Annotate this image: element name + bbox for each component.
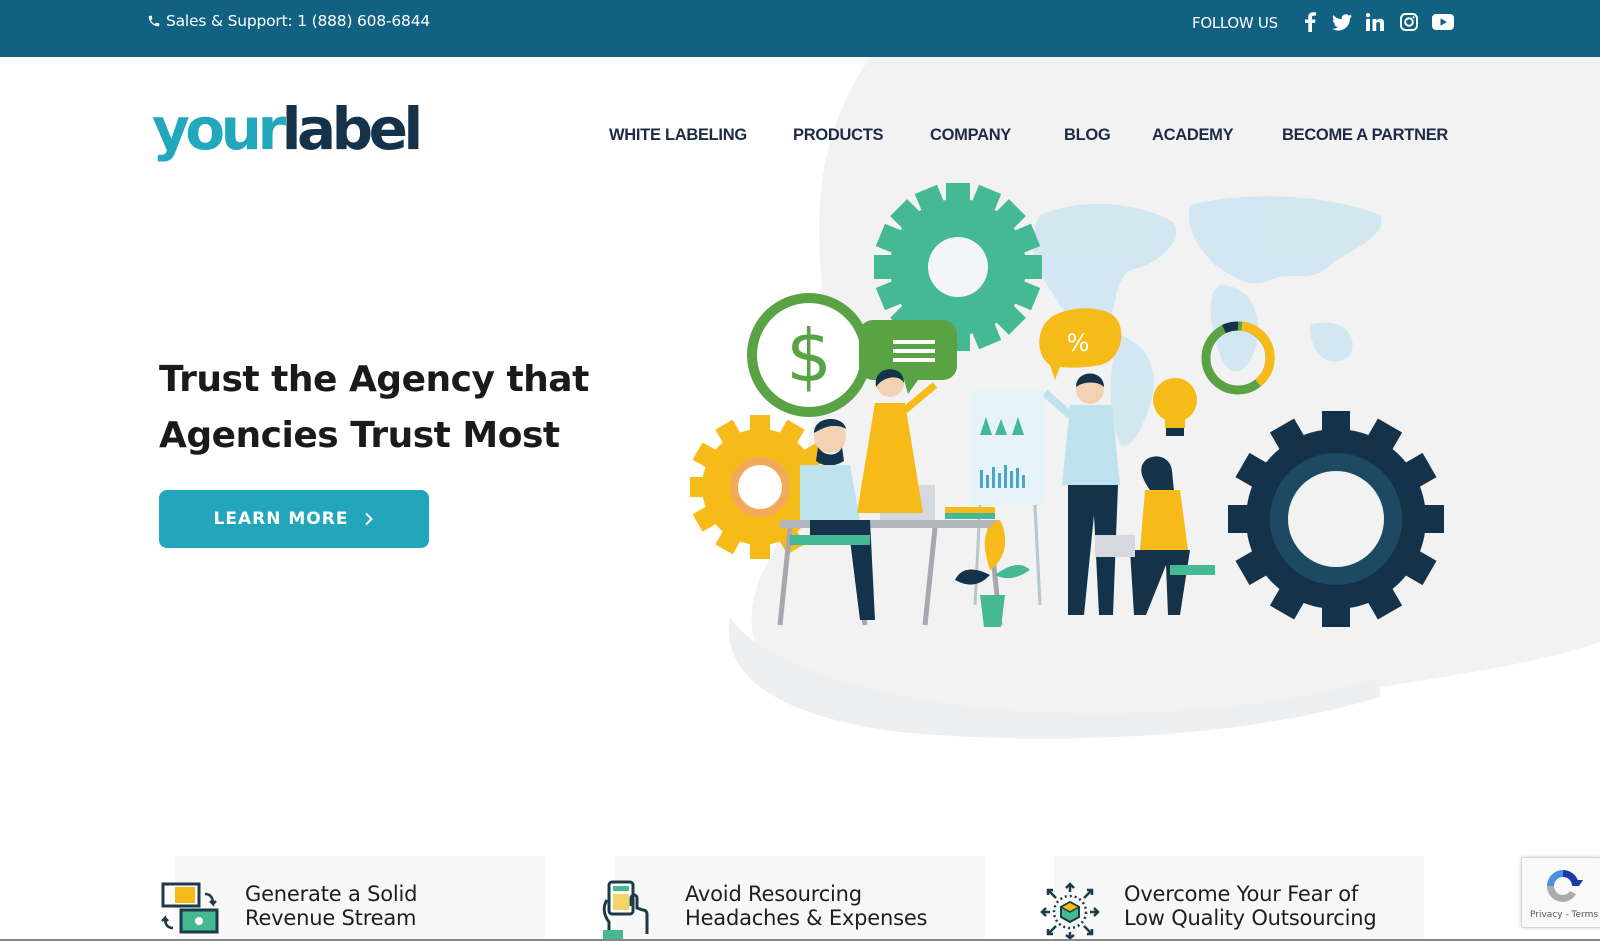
light-bulb-graphic (1153, 378, 1197, 436)
feature-line-1: Generate a Solid (245, 882, 418, 906)
feature-line-2: Revenue Stream (245, 906, 417, 930)
brand-logo[interactable]: yourlabel (152, 100, 423, 158)
svg-text:%: % (1067, 329, 1090, 357)
phone-icon (148, 15, 160, 27)
learn-more-label: LEARN MORE (213, 509, 349, 529)
linkedin-icon (1366, 13, 1384, 31)
recaptcha-privacy-terms-link[interactable]: Privacy - Terms (1530, 910, 1598, 920)
team-collaboration-illustration: $ % (690, 183, 1444, 627)
feature-line-2: Headaches & Expenses (685, 906, 928, 930)
money-exchange-icon (161, 882, 219, 934)
calculator-hand-icon (602, 880, 649, 940)
nav-products[interactable]: PRODUCTS (793, 126, 883, 145)
feature-line-1: Overcome Your Fear of (1124, 882, 1359, 906)
feature-card-outsourcing[interactable]: Overcome Your Fear of Low Quality Outsou… (1040, 856, 1424, 941)
instagram-icon (1400, 13, 1418, 31)
chat-bubble-graphic (859, 320, 957, 394)
top-bar: Sales & Support: 1 (888) 608-6844 FOLLOW… (0, 0, 1600, 57)
sales-support-phone[interactable]: Sales & Support: 1 (888) 608-6844 (147, 12, 430, 30)
recaptcha-icon (1547, 870, 1583, 902)
hero-title-line-1: Trust the Agency that (159, 359, 589, 400)
facebook-icon (1304, 12, 1316, 32)
hero-title-line-2: Agencies Trust Most (159, 415, 560, 456)
chevron-right-icon (365, 512, 374, 526)
feature-text: Generate a Solid Revenue Stream (245, 882, 417, 930)
feature-text: Overcome Your Fear of Low Quality Outsou… (1124, 882, 1377, 930)
logo-your: your (152, 95, 286, 163)
nav-company[interactable]: COMPANY (930, 126, 1011, 145)
hero-title: Trust the Agency that Agencies Trust Mos… (159, 352, 589, 464)
dollar-coin-graphic: $ (747, 293, 871, 417)
man-standing-graphic (1042, 373, 1120, 615)
twitter-link[interactable] (1331, 11, 1353, 33)
feature-line-2: Low Quality Outsourcing (1124, 906, 1377, 930)
feature-text: Avoid Resourcing Headaches & Expenses (685, 882, 927, 930)
feature-card-resourcing[interactable]: Avoid Resourcing Headaches & Expenses (602, 856, 985, 941)
percent-bubble-graphic: % (1039, 308, 1122, 380)
box-expand-icon (1040, 882, 1100, 940)
nav-blog[interactable]: BLOG (1064, 126, 1111, 145)
nav-white-labeling[interactable]: WHITE LABELING (609, 126, 747, 145)
facebook-link[interactable] (1303, 11, 1317, 33)
phone-label: Sales & Support: 1 (888) 608-6844 (166, 12, 431, 30)
svg-text:$: $ (786, 314, 832, 398)
logo-label: label (281, 95, 424, 163)
nav-academy[interactable]: ACADEMY (1152, 126, 1234, 145)
nav-become-a-partner[interactable]: BECOME A PARTNER (1282, 126, 1448, 145)
youtube-link[interactable] (1431, 11, 1455, 33)
dark-gear-graphic (1228, 411, 1444, 627)
feature-card-revenue[interactable]: Generate a Solid Revenue Stream (161, 856, 545, 941)
youtube-icon (1432, 14, 1454, 30)
learn-more-button[interactable]: LEARN MORE (159, 490, 429, 548)
feature-line-1: Avoid Resourcing (685, 882, 862, 906)
follow-us-label: FOLLOW US (1192, 14, 1278, 32)
twitter-icon (1332, 13, 1352, 30)
linkedin-link[interactable] (1365, 11, 1385, 33)
instagram-link[interactable] (1399, 11, 1419, 33)
recaptcha-badge[interactable]: Privacy - Terms (1521, 857, 1600, 928)
